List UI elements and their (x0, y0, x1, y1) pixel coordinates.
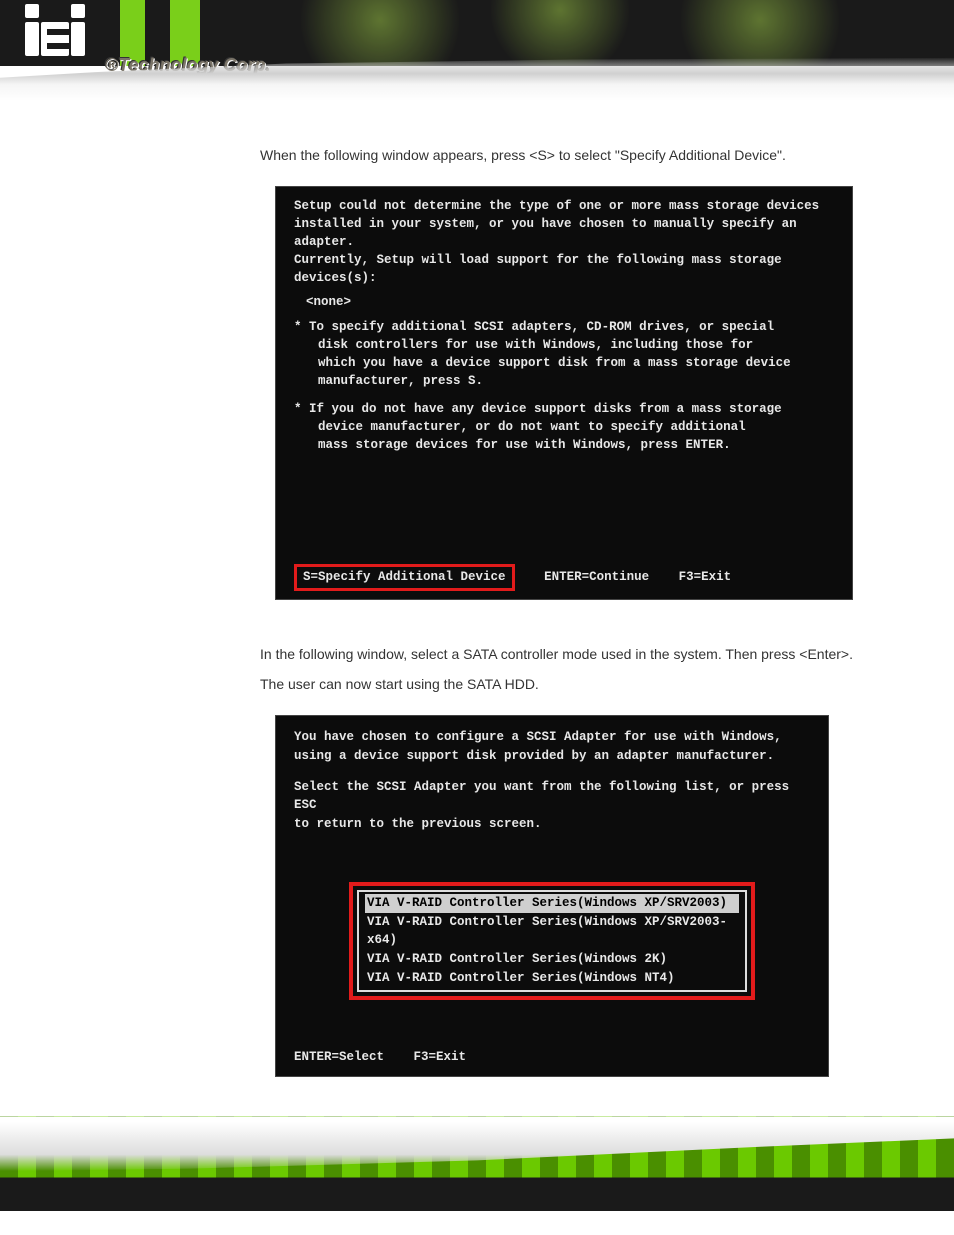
step-7-instruction: When the following window appears, press… (260, 140, 874, 171)
step-7-text-a: When the following window appears, press… (260, 140, 537, 171)
list-item[interactable]: VIA V-RAID Controller Series(Windows XP/… (365, 913, 739, 951)
step-7-text-b: > to select "Specify Additional Device". (547, 147, 786, 163)
s2-footer: ENTER=Select F3=Exit (294, 1048, 810, 1067)
page-header-banner: ®Technology Corp. (0, 0, 954, 110)
s1-b2l3: mass storage devices for use with Window… (294, 436, 834, 454)
s2-line3: Select the SCSI Adapter you want from th… (294, 778, 810, 816)
page-footer-banner (0, 1116, 954, 1211)
s1-b1l3: which you have a device support disk fro… (294, 354, 834, 372)
s1-footer-enter: ENTER=Continue (544, 570, 649, 584)
list-item[interactable]: VIA V-RAID Controller Series(Windows NT4… (365, 969, 739, 988)
s1-line3: Currently, Setup will load support for t… (294, 251, 834, 287)
step-8-text-a: In the following window, select a SATA c… (260, 646, 807, 662)
s1-line1: Setup could not determine the type of on… (294, 197, 834, 215)
s2-line4: to return to the previous screen. (294, 815, 810, 834)
s1-line2: installed in your system, or you have ch… (294, 215, 834, 251)
s1-b2l1: If you do not have any device support di… (294, 400, 834, 418)
step-8-key: Enter (807, 646, 840, 662)
s1-footer-f3: F3=Exit (679, 570, 732, 584)
iei-logo-icon (25, 22, 85, 56)
list-item[interactable]: VIA V-RAID Controller Series(Windows 2K) (365, 950, 739, 969)
s2-line2: using a device support disk provided by … (294, 747, 810, 766)
s1-b1l2: disk controllers for use with Windows, i… (294, 336, 834, 354)
setup-screenshot-1: Setup could not determine the type of on… (276, 187, 852, 599)
page-content: When the following window appears, press… (260, 140, 874, 1076)
s2-footer-f3: F3=Exit (414, 1050, 467, 1064)
setup-screenshot-2: You have chosen to configure a SCSI Adap… (276, 716, 828, 1076)
step-7-key: S (537, 147, 546, 163)
s1-b2l2: device manufacturer, or do not want to s… (294, 418, 834, 436)
s1-b1l1: To specify additional SCSI adapters, CD-… (294, 318, 834, 336)
s1-footer-s-highlight: S=Specify Additional Device (294, 564, 515, 590)
scsi-adapter-listbox-highlight: VIA V-RAID Controller Series(Windows XP/… (349, 882, 755, 1000)
scsi-adapter-listbox[interactable]: VIA V-RAID Controller Series(Windows XP/… (357, 890, 747, 992)
s2-line1: You have chosen to configure a SCSI Adap… (294, 728, 810, 747)
s1-footer: S=Specify Additional Device ENTER=Contin… (294, 564, 834, 590)
s1-none: <none> (294, 287, 834, 317)
s2-footer-enter: ENTER=Select (294, 1050, 384, 1064)
brand-logo (25, 22, 85, 56)
s1-b1l4: manufacturer, press S. (294, 372, 834, 390)
s1-footer-s: S=Specify Additional Device (297, 567, 512, 587)
list-item[interactable]: VIA V-RAID Controller Series(Windows XP/… (365, 894, 739, 913)
step-8-instruction: In the following window, select a SATA c… (260, 639, 874, 701)
